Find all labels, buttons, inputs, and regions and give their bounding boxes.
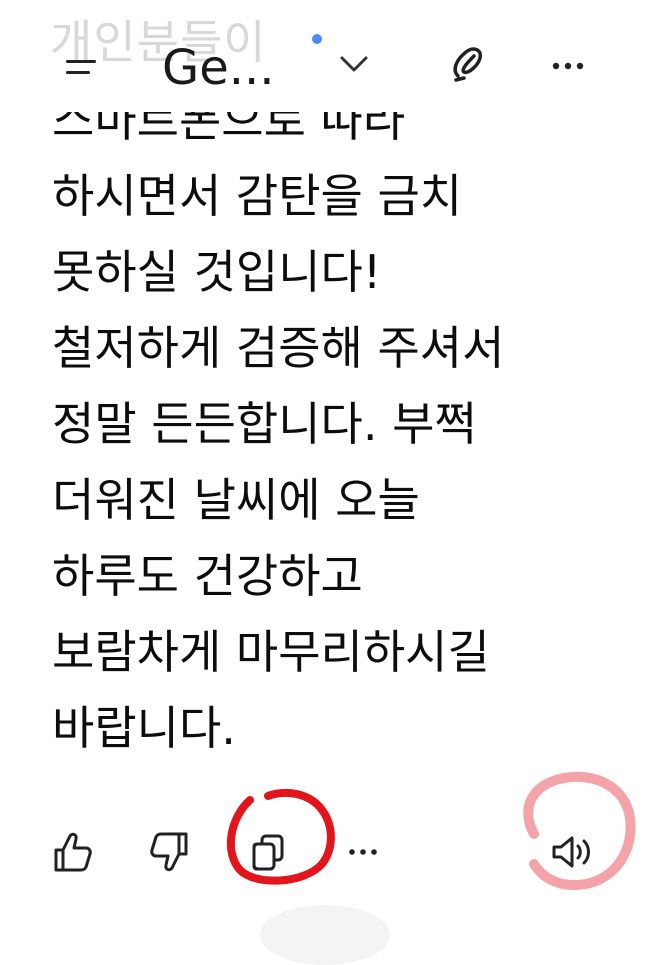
thumbs-down-icon[interactable] bbox=[148, 828, 192, 876]
message-line: 철저하게 검증해 주셔서 bbox=[52, 321, 505, 375]
message-line: 하루도 건강하고 bbox=[52, 549, 363, 603]
message-line: 하시면서 감탄을 금치 bbox=[52, 169, 463, 223]
bottom-scroll-fade bbox=[260, 905, 390, 965]
message-actions-bar bbox=[0, 800, 648, 910]
more-actions-button[interactable] bbox=[344, 836, 384, 866]
speaker-icon[interactable] bbox=[548, 830, 598, 874]
new-indicator-dot bbox=[312, 34, 322, 44]
more-options-icon[interactable] bbox=[546, 44, 590, 84]
thumbs-up-icon[interactable] bbox=[50, 828, 94, 876]
assistant-message: 스마트폰으로 따라 하시면서 감탄을 금치 못하실 것입니다! 철저하게 검증해… bbox=[52, 82, 632, 766]
message-line: 바랍니다. bbox=[52, 701, 236, 755]
message-line: 스마트폰으로 따라 bbox=[52, 93, 406, 147]
chevron-down-icon[interactable] bbox=[334, 48, 374, 80]
message-line: 정말 든든합니다. 부쩍 bbox=[52, 397, 477, 451]
menu-icon[interactable] bbox=[60, 50, 104, 86]
message-line: 못하실 것입니다! bbox=[52, 245, 382, 299]
message-line: 보람차게 마무리하시길 bbox=[52, 625, 490, 679]
message-line: 더워진 날씨에 오늘 bbox=[52, 473, 420, 527]
copy-icon[interactable] bbox=[248, 830, 288, 874]
